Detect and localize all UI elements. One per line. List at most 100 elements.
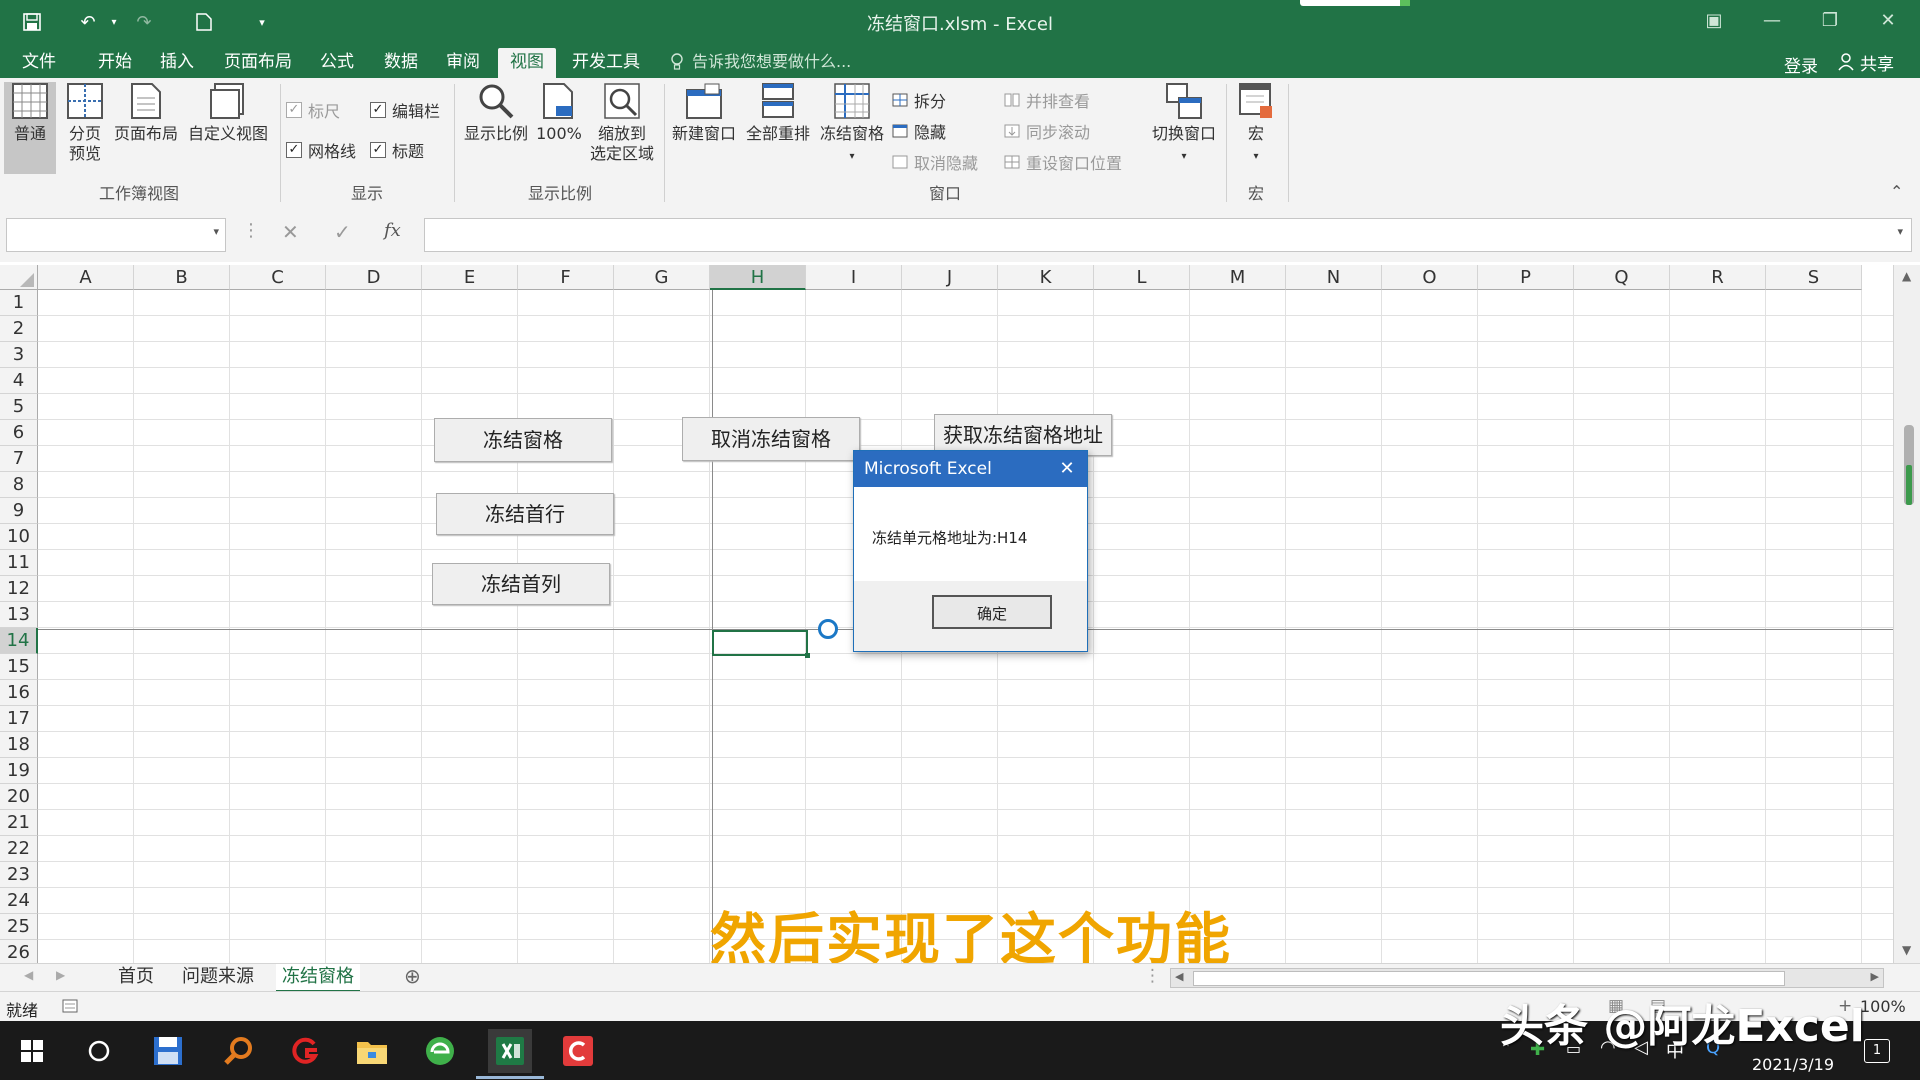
column-header[interactable]: K [998, 265, 1094, 290]
split-handle-icon[interactable]: ⋮ [1144, 966, 1161, 986]
red-app-icon[interactable] [282, 1029, 326, 1073]
freeze-panes-macro-button[interactable]: 冻结窗格 [434, 418, 612, 462]
notification-icon[interactable]: 1 [1864, 1039, 1890, 1063]
unhide-button[interactable]: 取消隐藏 [892, 150, 978, 174]
new-window-button[interactable]: 新建窗口 [668, 82, 740, 144]
close-window-icon[interactable]: ✕ [1868, 6, 1908, 36]
reset-window-position-button[interactable]: 重设窗口位置 [1004, 150, 1122, 174]
freeze-panes-button[interactable]: 冻结窗格 ▾ [816, 82, 888, 167]
column-header[interactable]: P [1478, 265, 1574, 290]
column-header[interactable]: A [38, 265, 134, 290]
page-break-preview-button[interactable]: 分页 预览 [60, 82, 110, 164]
sheet-tab-freeze-panes[interactable]: 冻结窗格 [276, 964, 360, 993]
split-button[interactable]: 拆分 [892, 88, 946, 112]
row-header[interactable]: 11 [0, 550, 38, 576]
recorder-app-icon[interactable] [556, 1029, 600, 1073]
scroll-down-icon[interactable]: ▼ [1902, 943, 1911, 957]
row-header[interactable]: 20 [0, 784, 38, 810]
menu-home[interactable]: 开始 [90, 50, 140, 78]
worksheet-grid[interactable]: ABCDEFGHIJKLMNOPQRS 1 2 3 4 5 6 7 8 9 10 11 12 13 14 1… [0, 265, 1893, 963]
ok-button[interactable]: 确定 [932, 595, 1052, 629]
magnifier-app-icon[interactable] [216, 1029, 260, 1073]
name-box-dropdown-icon[interactable]: ▾ [213, 225, 219, 238]
tab-scroll-right-icon[interactable]: ▶ [56, 968, 65, 982]
name-box[interactable]: ▾ [6, 218, 226, 252]
column-header[interactable]: D [326, 265, 422, 290]
unfreeze-panes-button[interactable]: 取消冻结窗格 [682, 417, 860, 461]
search-icon[interactable] [77, 1029, 121, 1073]
column-header[interactable]: I [806, 265, 902, 290]
sync-scroll-button[interactable]: 同步滚动 [1004, 119, 1090, 143]
zoom-level[interactable]: 100% [1860, 997, 1906, 1016]
column-header[interactable]: L [1094, 265, 1190, 290]
scroll-up-icon[interactable]: ▲ [1902, 269, 1911, 283]
row-header[interactable]: 22 [0, 836, 38, 862]
share-button[interactable]: 共享 [1860, 50, 1894, 75]
tell-me-search[interactable]: 告诉我您想要做什么... [692, 50, 851, 74]
page-layout-button[interactable]: 页面布局 [112, 82, 180, 144]
menu-developer[interactable]: 开发工具 [564, 50, 648, 78]
row-header[interactable]: 10 [0, 524, 38, 550]
sheet-tab-problem-source[interactable]: 问题来源 [176, 964, 260, 990]
scroll-right-icon[interactable]: ▶ [1871, 970, 1879, 983]
row-header[interactable]: 6 [0, 420, 38, 446]
row-header[interactable]: 7 [0, 446, 38, 472]
freeze-first-column-button[interactable]: 冻结首列 [432, 563, 610, 605]
menu-page-layout[interactable]: 页面布局 [216, 50, 300, 78]
column-header[interactable]: R [1670, 265, 1766, 290]
enter-icon[interactable]: ✓ [334, 220, 351, 244]
vertical-scrollbar[interactable]: ▲ ▼ [1893, 265, 1920, 963]
row-header[interactable]: 12 [0, 576, 38, 602]
row-header[interactable]: 16 [0, 680, 38, 706]
menu-formulas[interactable]: 公式 [312, 50, 362, 78]
hide-button[interactable]: 隐藏 [892, 119, 946, 143]
row-header[interactable]: 14 [0, 628, 38, 654]
browser-icon[interactable] [418, 1029, 462, 1073]
active-cell[interactable] [712, 630, 810, 658]
zoom-button[interactable]: 显示比例 [460, 82, 532, 144]
row-header[interactable]: 25 [0, 914, 38, 940]
menu-insert[interactable]: 插入 [152, 50, 202, 78]
row-header[interactable]: 9 [0, 498, 38, 524]
column-header[interactable]: B [134, 265, 230, 290]
macros-button[interactable]: 宏 ▾ [1232, 82, 1280, 167]
add-sheet-icon[interactable]: ⊕ [404, 964, 421, 988]
collapse-ribbon-icon[interactable]: ⌃ [1890, 182, 1903, 201]
headings-checkbox[interactable]: ✓ 标题 [370, 138, 424, 162]
sheet-tab-home[interactable]: 首页 [112, 964, 160, 990]
floppy-app-icon[interactable] [146, 1029, 190, 1073]
row-header[interactable]: 5 [0, 394, 38, 420]
formula-input[interactable]: ▾ [424, 218, 1912, 252]
row-header[interactable]: 2 [0, 316, 38, 342]
row-header[interactable]: 19 [0, 758, 38, 784]
row-header[interactable]: 18 [0, 732, 38, 758]
row-header[interactable]: 8 [0, 472, 38, 498]
row-header[interactable]: 24 [0, 888, 38, 914]
row-header[interactable]: 13 [0, 602, 38, 628]
taskbar-date[interactable]: 2021/3/19 [1752, 1055, 1834, 1074]
minimize-icon[interactable]: — [1752, 6, 1792, 36]
column-header[interactable]: E [422, 265, 518, 290]
column-header[interactable]: F [518, 265, 614, 290]
close-icon[interactable]: ✕ [1057, 451, 1077, 487]
row-header[interactable]: 21 [0, 810, 38, 836]
restore-icon[interactable]: ❐ [1810, 6, 1850, 36]
column-header[interactable]: Q [1574, 265, 1670, 290]
row-header[interactable]: 4 [0, 368, 38, 394]
ribbon-display-icon[interactable]: ▣ [1694, 6, 1734, 36]
column-header[interactable]: O [1382, 265, 1478, 290]
menu-data[interactable]: 数据 [376, 50, 426, 78]
select-all-corner[interactable] [0, 265, 38, 290]
zoom-to-selection-button[interactable]: 缩放到 选定区域 [586, 82, 658, 164]
gridlines-checkbox[interactable]: ✓ 网格线 [286, 138, 356, 162]
column-header[interactable]: M [1190, 265, 1286, 290]
row-header[interactable]: 1 [0, 290, 38, 316]
freeze-top-row-button[interactable]: 冻结首行 [436, 493, 614, 535]
column-header[interactable]: H [710, 265, 806, 290]
column-header[interactable]: S [1766, 265, 1862, 290]
menu-file[interactable]: 文件 [14, 50, 64, 78]
tab-scroll-left-icon[interactable]: ◀ [24, 968, 33, 982]
more-options-icon[interactable]: ⋮ [242, 220, 260, 241]
file-explorer-icon[interactable] [350, 1029, 394, 1073]
switch-windows-button[interactable]: 切换窗口 ▾ [1146, 82, 1222, 167]
